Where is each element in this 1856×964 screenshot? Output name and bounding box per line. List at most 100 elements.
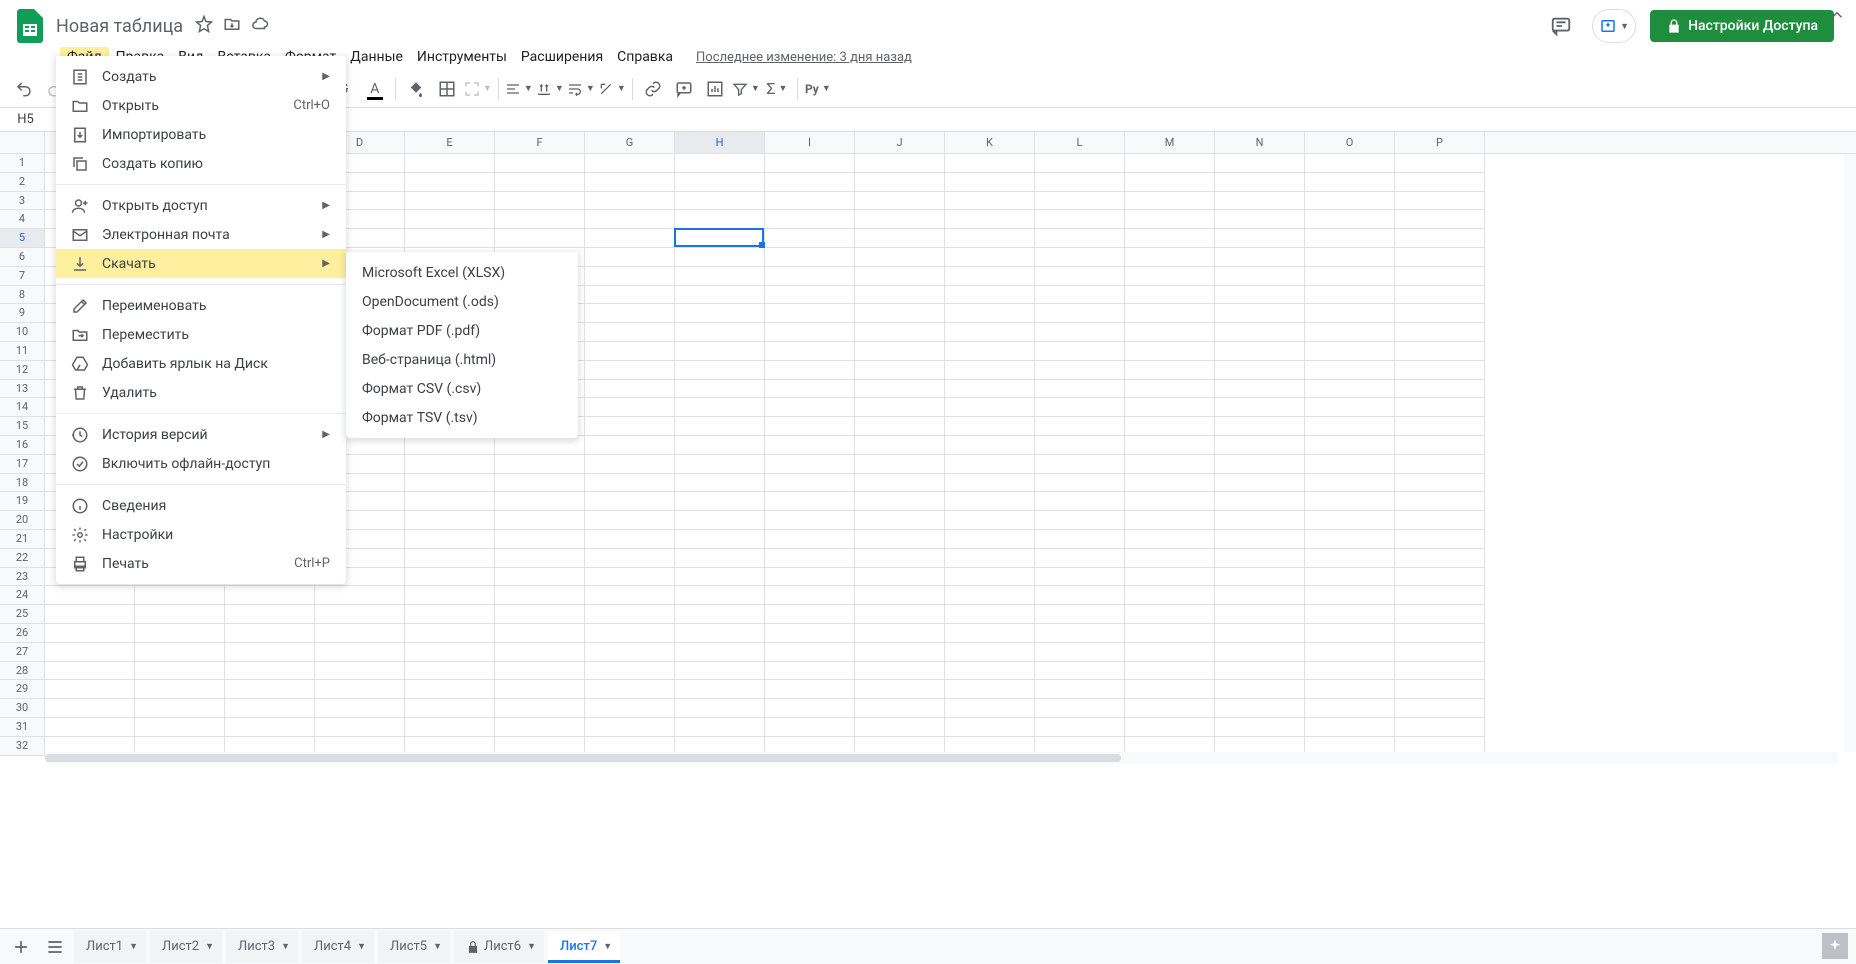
- cell[interactable]: [1035, 210, 1125, 229]
- cell[interactable]: [855, 361, 945, 380]
- cell[interactable]: [1215, 568, 1305, 587]
- cell[interactable]: [1305, 323, 1395, 342]
- cell[interactable]: [1305, 304, 1395, 323]
- cell[interactable]: [855, 417, 945, 436]
- column-header[interactable]: F: [495, 132, 585, 153]
- row-header[interactable]: 6: [0, 248, 45, 267]
- cell[interactable]: [1305, 398, 1395, 417]
- row-header[interactable]: 1: [0, 154, 45, 173]
- menu-item-print[interactable]: Печать Ctrl+P: [56, 549, 346, 578]
- cell[interactable]: [765, 492, 855, 511]
- cell[interactable]: [765, 342, 855, 361]
- chevron-down-icon[interactable]: ▼: [603, 941, 612, 952]
- column-header[interactable]: G: [585, 132, 675, 153]
- cell[interactable]: [855, 154, 945, 173]
- vertical-scrollbar[interactable]: [1844, 154, 1856, 752]
- cell[interactable]: [675, 173, 765, 192]
- cell[interactable]: [585, 380, 675, 399]
- cell[interactable]: [405, 699, 495, 718]
- cell[interactable]: [225, 624, 315, 643]
- cell[interactable]: [1395, 267, 1485, 286]
- cell[interactable]: [1215, 549, 1305, 568]
- cell[interactable]: [675, 192, 765, 211]
- cell[interactable]: [405, 492, 495, 511]
- cell[interactable]: [495, 474, 585, 493]
- cell[interactable]: [765, 586, 855, 605]
- cell[interactable]: [1215, 304, 1305, 323]
- cell[interactable]: [675, 210, 765, 229]
- cell[interactable]: [1395, 699, 1485, 718]
- cell[interactable]: [585, 229, 675, 248]
- cell[interactable]: [675, 286, 765, 305]
- cell[interactable]: [765, 511, 855, 530]
- cell[interactable]: [405, 624, 495, 643]
- cell[interactable]: [945, 267, 1035, 286]
- cell[interactable]: [1305, 154, 1395, 173]
- menu-item-create[interactable]: Создать ▶: [56, 62, 346, 91]
- cell[interactable]: [1215, 492, 1305, 511]
- cell[interactable]: [405, 568, 495, 587]
- cell[interactable]: [1305, 455, 1395, 474]
- cell[interactable]: [315, 605, 405, 624]
- cell[interactable]: [315, 662, 405, 681]
- h-align-button[interactable]: ▼: [505, 75, 533, 103]
- row-header[interactable]: 19: [0, 492, 45, 511]
- cell[interactable]: [585, 643, 675, 662]
- cell[interactable]: [1305, 342, 1395, 361]
- cell[interactable]: [765, 417, 855, 436]
- cell[interactable]: [945, 586, 1035, 605]
- cell[interactable]: [855, 229, 945, 248]
- cell[interactable]: [945, 286, 1035, 305]
- row-header[interactable]: 23: [0, 568, 45, 587]
- cell[interactable]: [405, 436, 495, 455]
- cell[interactable]: [675, 549, 765, 568]
- cell[interactable]: [1305, 248, 1395, 267]
- all-sheets-button[interactable]: [40, 932, 70, 962]
- cell[interactable]: [405, 229, 495, 248]
- cell[interactable]: [45, 605, 135, 624]
- explore-button[interactable]: [1822, 933, 1848, 959]
- cell[interactable]: [495, 229, 585, 248]
- cell[interactable]: [675, 455, 765, 474]
- cell[interactable]: [765, 398, 855, 417]
- cell[interactable]: [1125, 624, 1215, 643]
- cell[interactable]: [585, 304, 675, 323]
- cell[interactable]: [45, 699, 135, 718]
- cell[interactable]: [675, 474, 765, 493]
- cell[interactable]: [675, 154, 765, 173]
- cell[interactable]: [675, 323, 765, 342]
- sheet-tab[interactable]: Лист2▼: [150, 931, 222, 963]
- cell[interactable]: [675, 304, 765, 323]
- cell[interactable]: [1125, 511, 1215, 530]
- cell[interactable]: [225, 699, 315, 718]
- fill-color-button[interactable]: [402, 75, 430, 103]
- chevron-down-icon[interactable]: ▼: [281, 941, 290, 952]
- cell[interactable]: [1395, 549, 1485, 568]
- row-header[interactable]: 27: [0, 643, 45, 662]
- row-header[interactable]: 18: [0, 474, 45, 493]
- cell[interactable]: [945, 662, 1035, 681]
- cell[interactable]: [1125, 380, 1215, 399]
- cloud-icon[interactable]: [251, 15, 269, 37]
- cell[interactable]: [675, 436, 765, 455]
- cell[interactable]: [1035, 229, 1125, 248]
- row-header[interactable]: 26: [0, 624, 45, 643]
- cell[interactable]: [1395, 455, 1485, 474]
- cell[interactable]: [585, 210, 675, 229]
- cell[interactable]: [765, 436, 855, 455]
- cell[interactable]: [945, 680, 1035, 699]
- cell[interactable]: [1305, 568, 1395, 587]
- cell[interactable]: [135, 605, 225, 624]
- cell[interactable]: [945, 192, 1035, 211]
- cell[interactable]: [1125, 417, 1215, 436]
- wrap-button[interactable]: ▼: [567, 75, 595, 103]
- cell[interactable]: [1035, 455, 1125, 474]
- menu-item-rename[interactable]: Переименовать: [56, 291, 346, 320]
- cell[interactable]: [945, 342, 1035, 361]
- cell[interactable]: [855, 474, 945, 493]
- cell[interactable]: [585, 568, 675, 587]
- comments-button[interactable]: [1544, 9, 1578, 43]
- cell[interactable]: [1215, 173, 1305, 192]
- cell[interactable]: [1125, 210, 1215, 229]
- cell[interactable]: [1305, 286, 1395, 305]
